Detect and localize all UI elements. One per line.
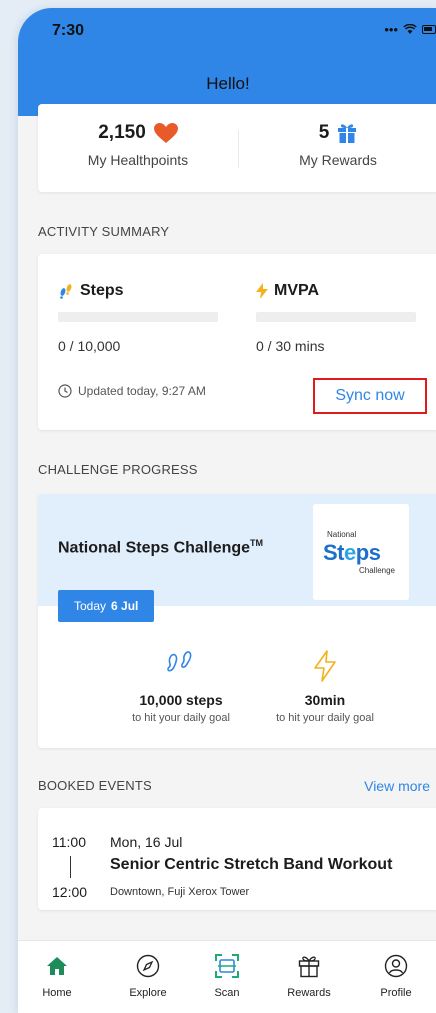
event-date: Mon, 16 Jul — [110, 834, 183, 850]
healthpoints-summary[interactable]: 2,150 My Healthpoints — [38, 122, 238, 168]
gift-outline-icon — [298, 956, 320, 978]
status-icons: ••• — [384, 22, 436, 37]
time-goal-value: 30min — [304, 692, 346, 708]
tab-home-label: Home — [42, 987, 72, 999]
tab-scan[interactable]: Scan — [192, 951, 262, 999]
steps-title: Steps — [80, 282, 124, 299]
clock-icon — [58, 384, 72, 398]
wifi-icon — [403, 24, 417, 34]
battery-icon — [422, 25, 436, 34]
steps-goal: 10,000 steps to hit your daily goal — [106, 650, 256, 724]
event-title: Senior Centric Stretch Band Workout — [110, 856, 393, 873]
rewards-label: My Rewards — [299, 152, 377, 168]
trademark-mark: TM — [250, 538, 264, 548]
healthpoints-label: My Healthpoints — [87, 152, 189, 168]
activity-section-title: ACTIVITY SUMMARY — [38, 224, 170, 239]
event-time-divider — [70, 856, 71, 878]
signal-icon: ••• — [384, 22, 398, 37]
mvpa-progress-bar — [256, 312, 416, 322]
updated-status: Updated today, 9:27 AM — [58, 384, 206, 398]
home-icon — [47, 957, 67, 975]
footsteps-icon — [60, 284, 72, 299]
activity-card: Steps 0 / 10,000 MVPA 0 / 30 mins Update… — [38, 254, 436, 430]
profile-icon — [384, 954, 408, 978]
logo-main-text: Steps — [323, 540, 381, 565]
steps-summary[interactable]: Steps 0 / 10,000 — [58, 282, 238, 354]
tab-rewards[interactable]: Rewards — [274, 951, 344, 999]
logo-bottom-text: Challenge — [358, 566, 395, 575]
phone-screen: 7:30 ••• Hello! 2,150 My Healthpoints 5 … — [18, 8, 436, 1013]
today-date-chip[interactable]: Today 6 Jul — [58, 590, 155, 622]
tab-rewards-label: Rewards — [287, 987, 331, 999]
event-end-time: 12:00 — [52, 884, 88, 900]
booked-section-title: BOOKED EVENTS — [38, 778, 152, 793]
event-start-time: 11:00 — [52, 834, 86, 850]
sync-now-button[interactable]: Sync now — [313, 378, 427, 414]
challenge-title-text: National Steps Challenge — [58, 539, 251, 557]
mvpa-summary[interactable]: MVPA 0 / 30 mins — [256, 282, 436, 354]
healthpoints-value: 2,150 — [98, 122, 146, 143]
tab-explore-label: Explore — [129, 987, 167, 999]
challenge-title: National Steps ChallengeTM — [58, 538, 263, 557]
event-card[interactable]: 11:00 Mon, 16 Jul Senior Centric Stretch… — [38, 808, 436, 910]
summary-card: 2,150 My Healthpoints 5 My Rewards — [38, 104, 436, 192]
event-location: Downtown, Fuji Xerox Tower — [110, 886, 250, 898]
updated-text: Updated today, 9:27 AM — [78, 384, 206, 398]
rewards-value: 5 — [318, 122, 330, 143]
lightning-outline-icon — [314, 650, 336, 682]
tab-profile-label: Profile — [380, 987, 412, 999]
compass-icon — [136, 954, 160, 978]
tab-home[interactable]: Home — [22, 951, 92, 999]
scan-icon — [215, 954, 239, 978]
page-title: Hello! — [206, 74, 250, 93]
tab-scan-label: Scan — [214, 987, 240, 999]
gift-icon — [338, 124, 357, 143]
status-bar: 7:30 ••• — [18, 8, 436, 54]
steps-goal-value: 10,000 steps — [139, 692, 223, 708]
mvpa-title: MVPA — [274, 282, 320, 299]
tab-explore[interactable]: Explore — [113, 951, 183, 999]
challenge-logo: National Steps Challenge — [313, 504, 409, 600]
rewards-summary[interactable]: 5 My Rewards — [238, 122, 436, 168]
logo-top-text: National — [327, 530, 357, 539]
time-goal-subtext: to hit your daily goal — [276, 712, 374, 724]
date-value: 6 Jul — [111, 599, 139, 613]
footprints-icon — [167, 651, 192, 672]
time-goal: 30min to hit your daily goal — [250, 650, 400, 724]
steps-progress-bar — [58, 312, 218, 322]
challenge-card[interactable]: National Steps ChallengeTM National Step… — [38, 494, 436, 748]
steps-goal-subtext: to hit your daily goal — [132, 712, 230, 724]
bottom-tab-bar: Home Explore Scan Rewards Profile — [18, 940, 436, 1013]
lightning-icon — [256, 283, 268, 299]
view-more-link[interactable]: View more — [364, 778, 430, 794]
challenge-section-title: CHALLENGE PROGRESS — [38, 462, 198, 477]
heart-icon — [153, 122, 178, 143]
mvpa-value: 0 / 30 mins — [256, 338, 325, 354]
status-time: 7:30 — [52, 22, 85, 39]
date-prefix: Today — [74, 599, 107, 613]
steps-value: 0 / 10,000 — [58, 338, 121, 354]
tab-profile[interactable]: Profile — [361, 951, 431, 999]
